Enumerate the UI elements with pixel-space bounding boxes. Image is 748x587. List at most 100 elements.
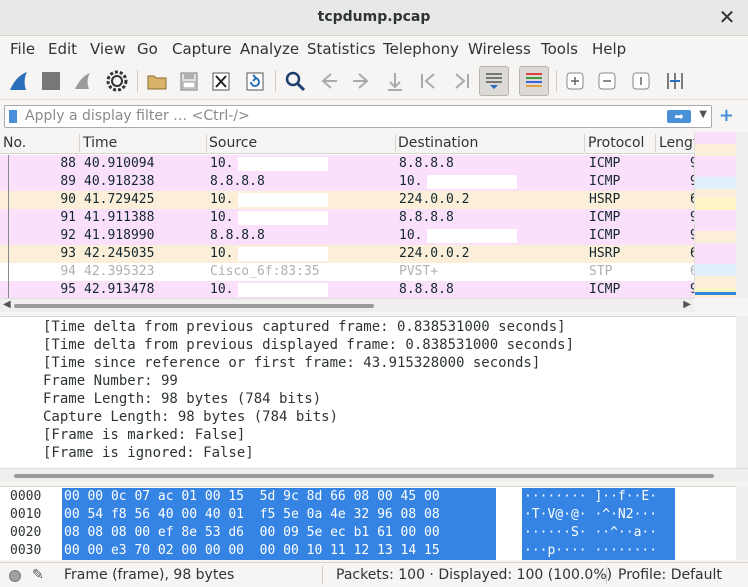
menu-go[interactable]: Go: [137, 40, 158, 58]
column-header-destination[interactable]: Destination: [398, 135, 478, 151]
menu-telephony[interactable]: Telephony: [383, 40, 459, 58]
add-filter-button[interactable]: +: [719, 105, 734, 126]
detail-line[interactable]: [Frame is ignored: False]: [43, 445, 254, 461]
shark-fin-icon[interactable]: [4, 66, 34, 96]
save-icon[interactable]: [174, 66, 204, 96]
apply-filter-icon[interactable]: ➡: [667, 110, 691, 123]
minimap-stripe: [695, 132, 736, 135]
chevron-down-icon[interactable]: ▼: [699, 109, 707, 120]
column-header-protocol[interactable]: Protocol: [588, 135, 644, 151]
packet-list-hscrollbar[interactable]: ◀ ▶: [0, 298, 694, 312]
menu-capture[interactable]: Capture: [172, 40, 232, 58]
menu-analyze[interactable]: Analyze: [240, 40, 299, 58]
column-header-no[interactable]: No.: [3, 135, 26, 151]
packet-no: 90: [60, 192, 76, 207]
detail-line[interactable]: [Frame is marked: False]: [43, 427, 245, 443]
status-profile[interactable]: Profile: Default: [618, 567, 722, 583]
menu-view[interactable]: View: [90, 40, 126, 58]
hex-ascii[interactable]: ···p···· ········: [522, 542, 675, 560]
column-header-length[interactable]: Lengt: [659, 135, 694, 151]
go-to-packet-icon[interactable]: [380, 66, 410, 96]
gear-icon[interactable]: [102, 66, 132, 96]
minimap-stripe: [695, 285, 736, 288]
packet-list: No. Time Source Destination Protocol Len…: [0, 132, 694, 298]
close-icon[interactable]: ✕: [716, 6, 738, 28]
hscroll-thumb[interactable]: [14, 304, 374, 308]
packet-row[interactable]: 90 41.729425 10. 224.0.0.2 HSRP 6: [0, 191, 694, 209]
minimap-stripe: [695, 156, 736, 159]
hex-bytes[interactable]: 08 08 08 00 ef 8e 53 d6 00 09 5e ec b1 6…: [62, 524, 496, 542]
zoom-out-icon[interactable]: [592, 66, 622, 96]
hex-ascii[interactable]: ········ ]··f··E·: [522, 488, 675, 506]
minimap-stripe: [695, 192, 736, 195]
normal-size-icon[interactable]: [626, 66, 656, 96]
detail-line[interactable]: Capture Length: 98 bytes (784 bits): [43, 409, 338, 425]
minimap-stripe: [695, 246, 736, 249]
bytes-scrollbar[interactable]: [736, 486, 748, 560]
minimap-stripe: [695, 174, 736, 177]
first-packet-icon[interactable]: [414, 66, 444, 96]
minimap-stripe: [695, 225, 736, 228]
last-packet-icon[interactable]: [446, 66, 476, 96]
toolbar-separator: [137, 70, 138, 92]
hex-bytes[interactable]: 00 00 0c 07 ac 01 00 15 5d 9c 8d 66 08 0…: [62, 488, 496, 506]
column-header-source[interactable]: Source: [209, 135, 257, 151]
display-filter-input[interactable]: Apply a display filter … <Ctrl-/> ➡ ▼: [4, 105, 712, 128]
edit-comment-icon[interactable]: ✎: [32, 567, 44, 583]
packet-row[interactable]: 91 41.911388 10. 8.8.8.8 ICMP 9: [0, 209, 694, 227]
resize-columns-icon[interactable]: [660, 66, 690, 96]
packet-row[interactable]: 89 40.918238 8.8.8.8 10. ICMP 9: [0, 173, 694, 191]
expert-info-icon[interactable]: [9, 570, 21, 582]
packet-list-scrollbar[interactable]: [736, 132, 748, 298]
minimap-stripe: [695, 261, 736, 264]
minimap-stripe: [695, 249, 736, 252]
scroll-right-icon[interactable]: ▶: [683, 299, 691, 310]
details-scrollbar[interactable]: [736, 316, 748, 468]
scroll-left-icon[interactable]: ◀: [3, 299, 11, 310]
packet-minimap[interactable]: [694, 132, 736, 298]
folder-icon[interactable]: [142, 66, 172, 96]
menu-statistics[interactable]: Statistics: [307, 40, 376, 58]
packet-time: 41.729425: [84, 192, 155, 207]
close-file-icon[interactable]: [206, 66, 236, 96]
forward-icon[interactable]: [346, 66, 376, 96]
detail-line[interactable]: Frame Length: 98 bytes (784 bits): [43, 391, 321, 407]
packet-row[interactable]: 88 40.910094 10. 8.8.8.8 ICMP 9: [0, 155, 694, 173]
minimap-stripe: [695, 162, 736, 165]
packet-row[interactable]: 95 42.913478 10. 8.8.8.8 ICMP 9: [0, 281, 694, 298]
restart-icon[interactable]: [68, 66, 98, 96]
detail-line[interactable]: [Time delta from previous captured frame…: [43, 319, 566, 335]
minimap-stripe: [695, 189, 736, 192]
menu-file[interactable]: File: [10, 40, 35, 58]
details-hscrollbar[interactable]: [0, 468, 748, 482]
minimap-stripe: [695, 270, 736, 273]
hex-bytes[interactable]: 00 54 f8 56 40 00 40 01 f5 5e 0a 4e 32 9…: [62, 506, 496, 524]
detail-line[interactable]: [Time since reference or first frame: 43…: [43, 355, 540, 371]
back-icon[interactable]: [314, 66, 344, 96]
packet-row[interactable]: 92 41.918990 8.8.8.8 10. ICMP 9: [0, 227, 694, 245]
colorize-icon[interactable]: [519, 66, 549, 96]
menu-help[interactable]: Help: [592, 40, 626, 58]
packet-row[interactable]: 94 42.395323 Cisco_6f:83:35 PVST+ STP 6: [0, 263, 694, 281]
stop-icon[interactable]: [36, 66, 66, 96]
packet-destination: 224.0.0.2: [399, 192, 470, 207]
details-hscroll-thumb[interactable]: [14, 474, 714, 478]
redacted-address: [238, 193, 328, 207]
hex-bytes[interactable]: 00 00 e3 70 02 00 00 00 00 00 10 11 12 1…: [62, 542, 496, 560]
detail-line[interactable]: [Time delta from previous displayed fram…: [43, 337, 574, 353]
search-icon[interactable]: [280, 66, 310, 96]
column-header-time[interactable]: Time: [83, 135, 117, 151]
reload-icon[interactable]: [240, 66, 270, 96]
bookmark-icon[interactable]: [9, 110, 17, 123]
detail-line[interactable]: Frame Number: 99: [43, 373, 178, 389]
menu-wireless[interactable]: Wireless: [468, 40, 531, 58]
menu-tools[interactable]: Tools: [541, 40, 578, 58]
packet-source: 8.8.8.8: [210, 228, 265, 243]
hex-ascii[interactable]: ·T·V@·@· ·^·N2···: [522, 506, 675, 524]
hex-ascii[interactable]: ······S· ··^··a··: [522, 524, 675, 542]
menu-edit[interactable]: Edit: [48, 40, 77, 58]
packet-row[interactable]: 93 42.245035 10. 224.0.0.2 HSRP 6: [0, 245, 694, 263]
related-packet-marker: [8, 173, 9, 191]
zoom-in-icon[interactable]: [560, 66, 590, 96]
autoscroll-icon[interactable]: [479, 66, 509, 96]
